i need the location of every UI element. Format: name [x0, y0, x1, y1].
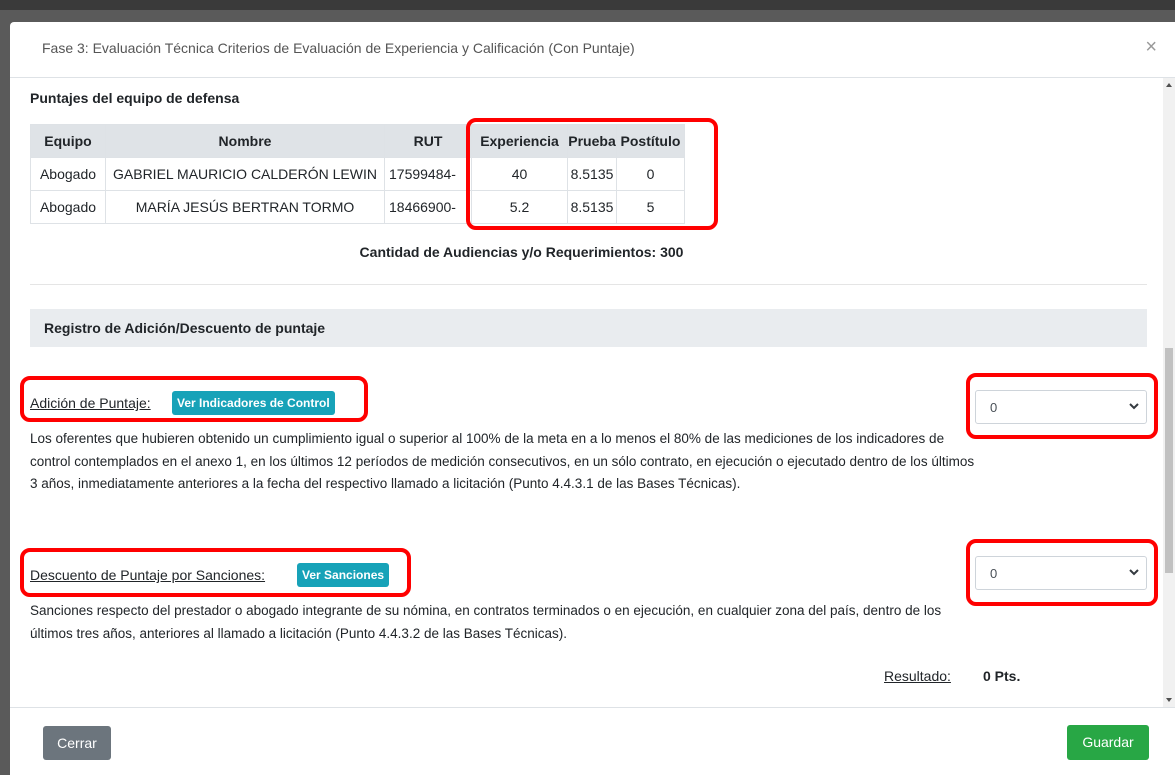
modal-header: Fase 3: Evaluación Técnica Criterios de … — [10, 22, 1175, 78]
cell-prueba: 8.5135 — [567, 157, 617, 191]
ver-indicadores-button[interactable]: Ver Indicadores de Control — [172, 391, 335, 415]
cell-nombre: MARÍA JESÚS BERTRAN TORMO — [105, 190, 385, 224]
header-rut: RUT — [384, 124, 472, 158]
modal-title: Fase 3: Evaluación Técnica Criterios de … — [42, 40, 635, 56]
cell-rut: 18466900- — [384, 190, 472, 224]
header-nombre: Nombre — [105, 124, 385, 158]
adicion-select[interactable]: 0 — [975, 390, 1147, 424]
evaluation-modal: Fase 3: Evaluación Técnica Criterios de … — [10, 22, 1175, 775]
header-prueba: Prueba — [567, 124, 617, 158]
cell-postitulo: 5 — [616, 190, 685, 224]
cell-rut: 17599484- — [384, 157, 472, 191]
table-row: Abogado GABRIEL MAURICIO CALDERÓN LEWIN … — [30, 157, 685, 191]
header-equipo: Equipo — [30, 124, 106, 158]
registro-title: Registro de Adición/Descuento de puntaje — [44, 320, 326, 336]
table-header-row: Equipo Nombre RUT Experiencia Prueba Pos… — [30, 124, 685, 158]
descuento-select[interactable]: 0 — [975, 556, 1147, 590]
descuento-label: Descuento de Puntaje por Sanciones: — [30, 567, 266, 583]
descuento-description: Sanciones respecto del prestador o aboga… — [30, 603, 942, 641]
scroll-up-arrow-icon[interactable] — [1163, 80, 1175, 90]
cell-experiencia: 40 — [471, 157, 568, 191]
cell-postitulo: 0 — [616, 157, 685, 191]
chevron-down-icon — [1129, 569, 1139, 576]
section-divider — [30, 284, 1147, 285]
cell-equipo: Abogado — [30, 190, 106, 224]
adicion-select-value: 0 — [990, 400, 998, 415]
modal-footer: Cerrar Guardar — [10, 707, 1175, 775]
page-backdrop — [0, 0, 1175, 10]
guardar-button[interactable]: Guardar — [1067, 725, 1149, 760]
cell-equipo: Abogado — [30, 157, 106, 191]
cell-experiencia: 5.2 — [471, 190, 568, 224]
scrollbar-thumb[interactable] — [1165, 348, 1173, 573]
registro-section-header: Registro de Adición/Descuento de puntaje — [30, 309, 1147, 347]
adicion-label: Adición de Puntaje: — [30, 395, 151, 411]
team-scores-table: Equipo Nombre RUT Experiencia Prueba Pos… — [30, 124, 685, 224]
table-row: Abogado MARÍA JESÚS BERTRAN TORMO 184669… — [30, 190, 685, 224]
descuento-select-value: 0 — [990, 566, 998, 581]
modal-body[interactable]: Puntajes del equipo de defensa Equipo No… — [10, 78, 1175, 707]
scroll-down-arrow-icon[interactable] — [1163, 695, 1175, 705]
ver-sanciones-button[interactable]: Ver Sanciones — [297, 563, 390, 587]
result-label: Resultado: — [884, 668, 951, 684]
header-experiencia: Experiencia — [471, 124, 568, 158]
team-section-title: Puntajes del equipo de defensa — [30, 90, 240, 106]
adicion-description: Los oferentes que hubieren obtenido un c… — [30, 431, 975, 491]
chevron-down-icon — [1129, 403, 1139, 410]
cerrar-button[interactable]: Cerrar — [43, 726, 111, 760]
cell-prueba: 8.5135 — [567, 190, 617, 224]
close-icon[interactable]: × — [1145, 37, 1157, 57]
result-value: 0 Pts. — [983, 668, 1021, 684]
cell-nombre: GABRIEL MAURICIO CALDERÓN LEWIN — [105, 157, 385, 191]
header-postitulo: Postítulo — [616, 124, 685, 158]
hearings-count: Cantidad de Audiencias y/o Requerimiento… — [359, 244, 684, 260]
